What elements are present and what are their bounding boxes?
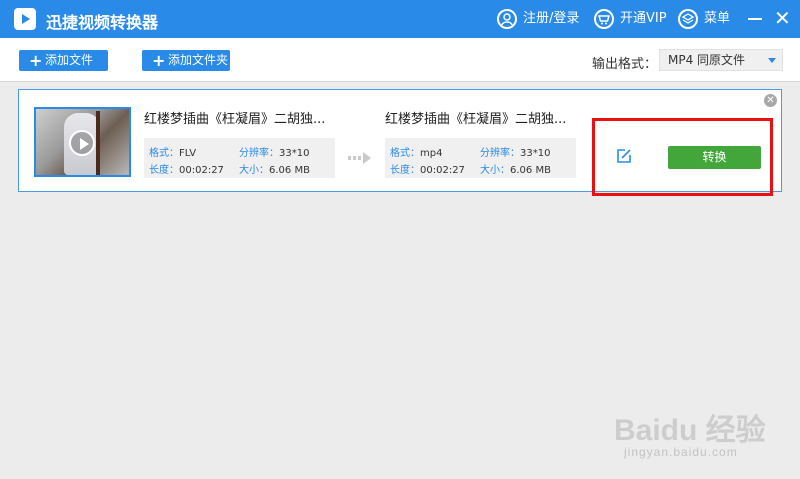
size-value: 6.06 MB bbox=[269, 165, 310, 176]
file-card: 红楼梦插曲《枉凝眉》二胡独... 格式：FLV 分辨率：33*10 长度：00:… bbox=[18, 89, 782, 192]
login-label: 注册/登录 bbox=[523, 11, 580, 26]
edit-icon[interactable] bbox=[616, 148, 632, 164]
layers-icon bbox=[678, 9, 698, 29]
close-button[interactable]: ✕ bbox=[772, 7, 794, 29]
add-file-label: 添加文件 bbox=[45, 53, 94, 67]
output-format-select[interactable]: MP4 同原文件 bbox=[659, 49, 783, 71]
convert-button[interactable]: 转换 bbox=[668, 146, 761, 169]
size-value: 6.06 MB bbox=[510, 165, 551, 176]
output-format-value: MP4 同原文件 bbox=[668, 53, 746, 67]
format-value: FLV bbox=[179, 148, 197, 159]
resolution-key: 分辨率： bbox=[480, 148, 520, 159]
remove-file-icon[interactable]: ✕ bbox=[764, 94, 777, 107]
length-value: 00:02:27 bbox=[179, 165, 224, 176]
source-file-name: 红楼梦插曲《枉凝眉》二胡独... bbox=[144, 112, 326, 127]
vip-label: 开通VIP bbox=[620, 11, 667, 26]
length-value: 00:02:27 bbox=[420, 165, 465, 176]
output-format-label: 输出格式： bbox=[592, 57, 658, 72]
minimize-icon bbox=[748, 18, 762, 20]
format-key: 格式： bbox=[390, 148, 420, 159]
watermark-url: jingyan.baidu.com bbox=[624, 445, 738, 459]
cart-icon bbox=[594, 9, 614, 29]
convert-arrow-icon bbox=[348, 152, 372, 164]
minimize-button[interactable] bbox=[744, 7, 766, 29]
resolution-key: 分辨率： bbox=[239, 148, 279, 159]
plus-icon: + bbox=[152, 51, 166, 70]
app-title: 迅捷视频转换器 bbox=[46, 13, 159, 32]
length-key: 长度： bbox=[149, 165, 179, 176]
format-key: 格式： bbox=[149, 148, 179, 159]
size-key: 大小： bbox=[480, 165, 510, 176]
toolbar: + 添加文件 + 添加文件夹 输出格式： MP4 同原文件 bbox=[0, 38, 800, 82]
app-logo-icon bbox=[14, 8, 36, 30]
target-file-name: 红楼梦插曲《枉凝眉》二胡独... bbox=[385, 112, 567, 127]
close-icon: ✕ bbox=[774, 6, 791, 30]
video-thumbnail[interactable] bbox=[34, 107, 131, 177]
format-value: mp4 bbox=[420, 148, 443, 159]
user-icon bbox=[497, 9, 517, 29]
menu-label: 菜单 bbox=[704, 11, 731, 26]
dropdown-arrow-icon bbox=[768, 58, 776, 63]
add-folder-label: 添加文件夹 bbox=[168, 53, 229, 67]
add-folder-button[interactable]: + 添加文件夹 bbox=[142, 50, 230, 71]
title-bar: 迅捷视频转换器 注册/登录 开通VIP 菜单 ✕ bbox=[0, 0, 800, 38]
size-key: 大小： bbox=[239, 165, 269, 176]
resolution-value: 33*10 bbox=[520, 148, 551, 159]
baidu-watermark: Baidu 经验 jingyan.baidu.com bbox=[614, 405, 784, 465]
source-info: 格式：FLV 分辨率：33*10 长度：00:02:27 大小：6.06 MB bbox=[144, 138, 335, 178]
length-key: 长度： bbox=[390, 165, 420, 176]
play-icon[interactable] bbox=[69, 130, 95, 156]
target-info: 格式：mp4 分辨率：33*10 长度：00:02:27 大小：6.06 MB bbox=[385, 138, 576, 178]
add-file-button[interactable]: + 添加文件 bbox=[19, 50, 108, 71]
plus-icon: + bbox=[29, 51, 43, 70]
resolution-value: 33*10 bbox=[279, 148, 310, 159]
watermark-logo: Baidu 经验 bbox=[614, 414, 766, 447]
